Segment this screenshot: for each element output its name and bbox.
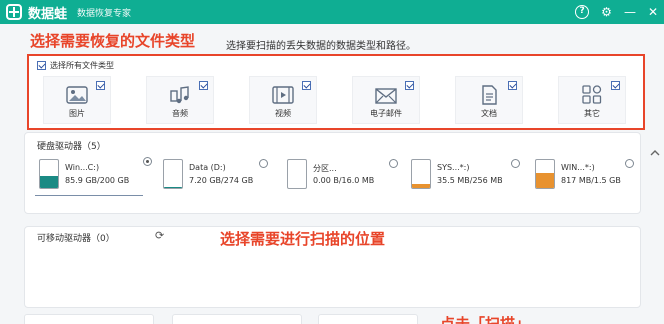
drive-radio[interactable] bbox=[259, 159, 268, 168]
select-all-checkbox[interactable]: 选择所有文件类型 bbox=[37, 60, 114, 71]
drive-name: WIN...*:) bbox=[561, 163, 595, 172]
drive-name: 分区... bbox=[313, 164, 337, 173]
close-icon[interactable]: ✕ bbox=[648, 5, 658, 19]
drive-name: Win...C:) bbox=[65, 163, 100, 172]
type-label: 图片 bbox=[69, 109, 85, 118]
drive-radio[interactable] bbox=[511, 159, 520, 168]
type-checkbox[interactable] bbox=[508, 81, 517, 90]
type-card-audio[interactable]: 音频 bbox=[146, 76, 214, 124]
refresh-icon[interactable]: ⟳ bbox=[155, 229, 164, 242]
type-card-email[interactable]: 电子邮件 bbox=[352, 76, 420, 124]
video-icon bbox=[272, 86, 294, 104]
logo: 数据蛙 数据恢复专家 bbox=[6, 3, 131, 22]
music-icon bbox=[170, 86, 189, 104]
type-label: 视频 bbox=[275, 109, 291, 118]
drive-icon bbox=[411, 159, 431, 189]
file-type-list: 图片 音频 视频 电子邮件 文档 其它 bbox=[43, 76, 626, 124]
drive-radio[interactable] bbox=[143, 157, 152, 166]
drive-size: 35.5 MB/256 MB bbox=[437, 176, 503, 185]
drive-size: 7.20 GB/274 GB bbox=[189, 176, 254, 185]
bottom-card bbox=[24, 314, 154, 324]
type-label: 音频 bbox=[172, 109, 188, 118]
type-card-other[interactable]: 其它 bbox=[558, 76, 626, 124]
annotation-select-type: 选择需要恢复的文件类型 bbox=[30, 32, 196, 50]
select-all-check-icon[interactable] bbox=[37, 61, 46, 70]
window-controls: ? ⚙ — ✕ bbox=[575, 0, 658, 24]
other-icon bbox=[582, 85, 602, 104]
app-name: 数据蛙 bbox=[28, 6, 68, 22]
settings-icon[interactable]: ⚙ bbox=[601, 5, 612, 19]
annotation-select-location: 选择需要进行扫描的位置 bbox=[220, 230, 386, 248]
drive-name: Data (D:) bbox=[189, 163, 226, 172]
minimize-icon[interactable]: — bbox=[624, 5, 636, 19]
selected-underline bbox=[35, 195, 143, 196]
drive-size: 85.9 GB/200 GB bbox=[65, 176, 130, 185]
type-checkbox[interactable] bbox=[611, 81, 620, 90]
app-subtitle: 数据恢复专家 bbox=[77, 8, 132, 19]
drive-name: SYS...*:) bbox=[437, 163, 470, 172]
drive-icon bbox=[163, 159, 183, 189]
type-card-document[interactable]: 文档 bbox=[455, 76, 523, 124]
logo-icon bbox=[6, 4, 22, 20]
bottom-card bbox=[318, 314, 418, 324]
hard-drive-panel: 硬盘驱动器（5） Win...C:) 85.9 GB/200 GB Data (… bbox=[24, 132, 641, 214]
type-checkbox[interactable] bbox=[405, 81, 414, 90]
drive-item-win[interactable]: WIN...*:) 817 MB/1.5 GB bbox=[535, 155, 635, 199]
drive-size: 0.00 B/16.0 MB bbox=[313, 176, 375, 185]
help-icon[interactable]: ? bbox=[575, 5, 590, 19]
type-label: 其它 bbox=[584, 109, 600, 118]
type-card-image[interactable]: 图片 bbox=[43, 76, 111, 124]
scroll-up-icon[interactable] bbox=[650, 148, 660, 158]
drive-radio[interactable] bbox=[389, 159, 398, 168]
select-hint: 选择要扫描的丢失数据的数据类型和路径。 bbox=[226, 41, 416, 52]
annotation-click-scan: 点击「扫描」 bbox=[440, 315, 531, 324]
drive-size: 817 MB/1.5 GB bbox=[561, 176, 621, 185]
type-card-video[interactable]: 视频 bbox=[249, 76, 317, 124]
type-label: 电子邮件 bbox=[370, 109, 402, 118]
drive-item-sys[interactable]: SYS...*:) 35.5 MB/256 MB bbox=[411, 155, 521, 199]
drive-icon bbox=[287, 159, 307, 189]
title-bar: 数据蛙 数据恢复专家 ? ⚙ — ✕ bbox=[0, 0, 664, 24]
document-icon bbox=[482, 85, 497, 105]
email-icon bbox=[375, 88, 397, 104]
drive-radio[interactable] bbox=[625, 159, 634, 168]
file-type-panel: 选择所有文件类型 图片 音频 视频 电子邮件 文档 其它 bbox=[27, 54, 645, 130]
removable-title: 可移动驱动器（0） bbox=[37, 234, 115, 244]
type-checkbox[interactable] bbox=[199, 81, 208, 90]
select-all-label: 选择所有文件类型 bbox=[50, 61, 114, 70]
drive-item-d[interactable]: Data (D:) 7.20 GB/274 GB bbox=[163, 155, 273, 199]
drive-icon bbox=[39, 159, 59, 189]
type-checkbox[interactable] bbox=[302, 81, 311, 90]
bottom-card bbox=[172, 314, 302, 324]
drive-item-partition[interactable]: 分区... 0.00 B/16.0 MB bbox=[287, 155, 398, 199]
app-window: 数据蛙 数据恢复专家 ? ⚙ — ✕ 选择需要恢复的文件类型 选择要扫描的丢失数… bbox=[0, 0, 664, 324]
hard-drive-title: 硬盘驱动器（5） bbox=[37, 142, 106, 152]
type-checkbox[interactable] bbox=[96, 81, 105, 90]
drive-item-c[interactable]: Win...C:) 85.9 GB/200 GB bbox=[35, 155, 152, 199]
drive-icon bbox=[535, 159, 555, 189]
type-label: 文档 bbox=[481, 109, 497, 118]
image-icon bbox=[66, 86, 88, 104]
